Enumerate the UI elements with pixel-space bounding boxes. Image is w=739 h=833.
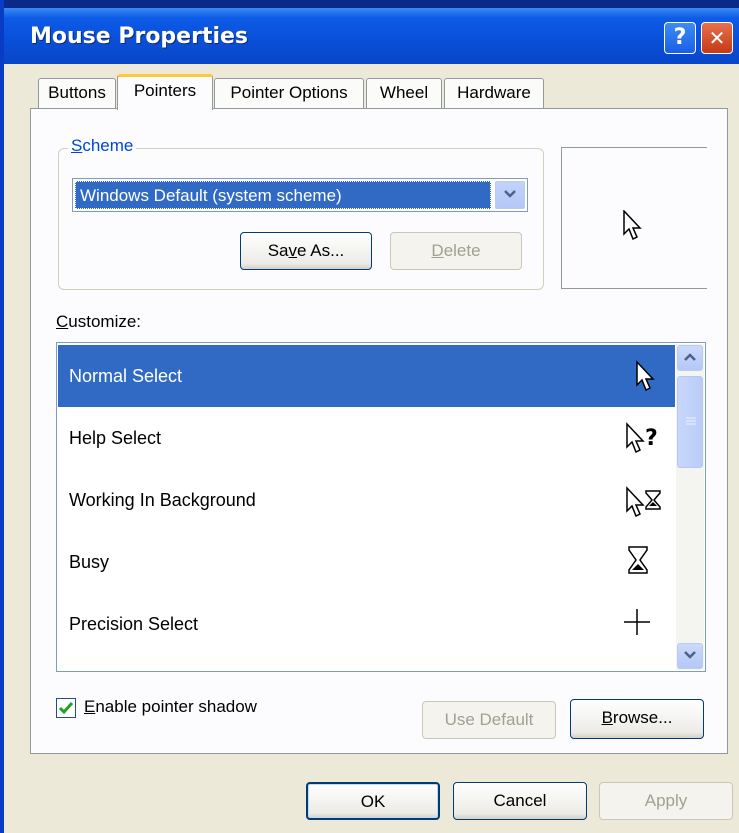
title-bar[interactable]: Mouse Properties ? ✕ (4, 0, 739, 64)
chevron-down-icon[interactable] (495, 181, 525, 209)
enable-shadow-checkbox[interactable] (56, 698, 76, 718)
list-item-label: Normal Select (69, 366, 183, 386)
cursor-list[interactable]: Normal Select Help Select ? Working In B… (56, 342, 706, 672)
close-icon: ✕ (708, 26, 726, 50)
chevron-up-icon (684, 353, 696, 361)
ok-button[interactable]: OK (306, 782, 440, 820)
scheme-label-rest: cheme (82, 136, 134, 155)
list-scrollbar[interactable] (676, 344, 704, 670)
chevron-down-icon (684, 651, 696, 659)
list-item[interactable]: Working In Background (58, 469, 675, 531)
arrow-pointer-icon (623, 210, 642, 241)
enable-shadow-label[interactable]: Enable pointer shadow (84, 697, 257, 717)
text-select-icon (623, 669, 663, 672)
tab-pointers[interactable]: Pointers (117, 74, 213, 110)
use-default-button[interactable]: Use Default (422, 701, 556, 739)
customize-label: Customize: (56, 312, 142, 331)
use-default-label: Use Default (444, 710, 534, 729)
apply-label: Apply (644, 791, 688, 810)
list-item[interactable]: Busy (58, 531, 675, 593)
scroll-thumb[interactable] (677, 376, 703, 468)
working-pointer-icon (626, 486, 661, 517)
checkmark-icon (58, 702, 74, 715)
close-button[interactable]: ✕ (701, 22, 733, 54)
enable-shadow-label-rest: nable pointer shadow (95, 697, 257, 716)
delete-button[interactable]: Delete (390, 232, 522, 270)
crosshair-icon (624, 609, 650, 635)
list-item[interactable]: Normal Select (58, 345, 675, 407)
browse-button[interactable]: Browse... (570, 699, 704, 739)
apply-button[interactable]: Apply (599, 782, 733, 820)
tab-wheel[interactable]: Wheel (366, 78, 442, 108)
arrow-pointer-icon (636, 360, 655, 392)
scroll-down-button[interactable] (677, 643, 703, 669)
list-item-label: Working In Background (69, 490, 256, 510)
scheme-selected-value: Windows Default (system scheme) (75, 181, 491, 209)
delete-label: Delete (431, 241, 481, 260)
window-title: Mouse Properties (30, 24, 249, 49)
browse-label: Browse... (601, 708, 673, 727)
cancel-label: Cancel (493, 791, 547, 810)
scheme-dropdown[interactable]: Windows Default (system scheme) (72, 178, 528, 212)
list-item[interactable]: Help Select ? (58, 407, 675, 469)
save-as-label: Save As... (267, 241, 345, 260)
scheme-group-label: Scheme (68, 136, 137, 156)
list-item-label: Help Select (69, 428, 162, 448)
tab-pointer-options[interactable]: Pointer Options (214, 78, 364, 108)
save-as-button[interactable]: Save As... (240, 232, 372, 270)
pointer-preview (561, 147, 707, 289)
help-pointer-icon: ? (626, 422, 658, 454)
list-item[interactable]: Precision Select (58, 593, 675, 655)
customize-label-rest: ustomize: (68, 312, 142, 331)
list-item-label: Busy (69, 552, 110, 572)
scroll-up-button[interactable] (677, 345, 703, 371)
mouse-properties-window: Mouse Properties ? ✕ Buttons Pointers Po… (0, 0, 739, 833)
tab-buttons[interactable]: Buttons (38, 78, 116, 108)
help-button[interactable]: ? (664, 22, 696, 54)
cancel-button[interactable]: Cancel (453, 782, 587, 820)
tab-hardware[interactable]: Hardware (444, 78, 544, 108)
hourglass-icon (628, 546, 648, 574)
list-item[interactable] (58, 655, 675, 672)
svg-text:?: ? (645, 426, 658, 451)
ok-label: OK (360, 792, 386, 811)
grip-icon (686, 417, 696, 425)
list-item-label: Precision Select (69, 614, 199, 634)
